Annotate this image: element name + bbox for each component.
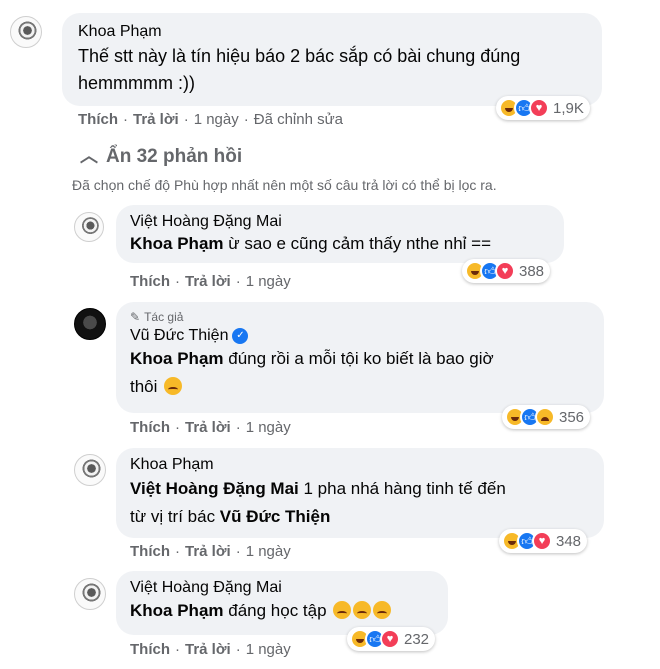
reaction-summary[interactable]: 👍︎ ♥ 388 — [462, 259, 551, 283]
mention[interactable]: Vũ Đức Thiện — [220, 507, 331, 526]
love-reaction-icon: ♥ — [532, 531, 552, 551]
reaction-summary[interactable]: 👍︎ ♥ 348 — [499, 529, 588, 553]
timestamp[interactable]: 1 ngày — [246, 543, 291, 560]
author-tag-label: Tác giả — [144, 310, 184, 324]
edited-label: Đã chỉnh sửa — [253, 111, 343, 128]
reaction-summary[interactable]: 👍︎ 356 — [502, 405, 591, 429]
timestamp[interactable]: 1 ngày — [246, 419, 291, 436]
reply-body-line2: từ vị trí bác — [130, 507, 220, 526]
reply-actions: Thích · Trả lời · 1 ngày — [130, 273, 291, 290]
reply-button[interactable]: Trả lời — [185, 419, 231, 436]
reply-button[interactable]: Trả lời — [185, 641, 231, 658]
filter-note: Đã chọn chế độ Phù hợp nhất nên một số c… — [72, 177, 497, 193]
pen-icon: ✎ — [130, 310, 141, 324]
reply-actions: Thích · Trả lời · 1 ngày — [130, 641, 291, 658]
like-button[interactable]: Thích — [130, 273, 170, 290]
like-button[interactable]: Thích — [130, 641, 170, 658]
crying-emoji-icon — [164, 377, 183, 395]
reply-author-name[interactable]: Vũ Đức Thiện — [130, 327, 228, 344]
emoji-icon — [333, 601, 352, 619]
avatar[interactable] — [74, 454, 106, 486]
author-tag: ✎ Tác giả — [130, 310, 590, 324]
reply-text-line2: từ vị trí bác Vũ Đức Thiện — [130, 503, 590, 531]
reply-text: Việt Hoàng Đặng Mai 1 pha nhá hàng tinh … — [130, 475, 590, 503]
timestamp[interactable]: 1 ngày — [246, 641, 291, 658]
mention[interactable]: Khoa Phạm — [130, 234, 224, 253]
mention[interactable]: Khoa Phạm — [130, 601, 224, 620]
reaction-count: 348 — [556, 532, 582, 550]
avatar[interactable] — [74, 308, 106, 340]
reaction-count: 232 — [404, 630, 430, 648]
love-reaction-icon: ♥ — [529, 98, 549, 118]
avatar[interactable] — [74, 578, 106, 610]
verified-badge-icon: ✓ — [232, 327, 249, 344]
reply-body-line2: thôi — [130, 377, 158, 396]
like-button[interactable]: Thích — [130, 419, 170, 436]
emoji-icon — [373, 601, 392, 619]
mention[interactable]: Việt Hoàng Đặng Mai — [130, 479, 299, 498]
reply-body: 1 pha nhá hàng tinh tế đến — [298, 479, 506, 498]
reply-bubble: Việt Hoàng Đặng Mai Khoa Phạm đáng học t… — [116, 571, 448, 635]
reply-text: Khoa Phạm đáng học tập — [130, 597, 434, 625]
reply-button[interactable]: Trả lời — [185, 273, 231, 290]
reply-text: Khoa Phạm ừ sao e cũng cảm thấy nthe nhỉ… — [130, 231, 550, 256]
hide-replies-label: Ẩn 32 phản hồi — [106, 146, 243, 167]
like-button[interactable]: Thích — [130, 543, 170, 560]
timestamp[interactable]: 1 ngày — [194, 111, 239, 128]
emoji-icon — [353, 601, 372, 619]
sad-reaction-icon — [535, 407, 555, 427]
hide-replies-button[interactable]: ︿ Ẩn 32 phản hồi — [80, 142, 242, 168]
reply-actions: Thích · Trả lời · 1 ngày — [130, 419, 291, 436]
reaction-count: 388 — [519, 262, 545, 280]
reply-author[interactable]: Khoa Phạm — [130, 456, 590, 474]
reply-author[interactable]: Việt Hoàng Đặng Mai — [130, 213, 550, 231]
avatar[interactable] — [74, 212, 104, 242]
mention[interactable]: Khoa Phạm — [130, 349, 224, 368]
reply-text: Khoa Phạm đúng rồi a mỗi tội ko biết là … — [130, 345, 590, 373]
reply-body: đúng rồi a mỗi tội ko biết là bao giờ — [223, 349, 494, 368]
timestamp[interactable]: 1 ngày — [246, 273, 291, 290]
reply-author[interactable]: Việt Hoàng Đặng Mai — [130, 579, 434, 597]
reply-actions: Thích · Trả lời · 1 ngày — [130, 543, 291, 560]
chevron-up-icon: ︿ — [80, 146, 98, 166]
reaction-summary[interactable]: 👍︎ ♥ 1,9K — [496, 96, 590, 120]
reply-button[interactable]: Trả lời — [185, 543, 231, 560]
reply-bubble: Việt Hoàng Đặng Mai Khoa Phạm ừ sao e cũ… — [116, 205, 564, 263]
love-reaction-icon: ♥ — [495, 261, 515, 281]
reply-body: ừ sao e cũng cảm thấy nthe nhỉ == — [223, 234, 492, 253]
reply-bubble: Khoa Phạm Việt Hoàng Đặng Mai 1 pha nhá … — [116, 448, 604, 538]
comment-text: Thế stt này là tín hiệu báo 2 bác sắp có… — [78, 46, 521, 93]
reply-bubble: ✎ Tác giả Vũ Đức Thiện ✓ Khoa Phạm đúng rồ… — [116, 302, 604, 413]
avatar[interactable] — [10, 16, 42, 48]
comment-author[interactable]: Khoa Phạm — [78, 23, 586, 41]
comment-bubble: Khoa Phạm Thế stt này là tín hiệu báo 2 … — [62, 13, 602, 106]
reaction-count: 1,9K — [553, 99, 584, 117]
reply-button[interactable]: Trả lời — [133, 111, 179, 128]
comment-actions: Thích · Trả lời · 1 ngày · Đã chỉnh sửa — [78, 111, 343, 128]
love-reaction-icon: ♥ — [380, 629, 400, 649]
reaction-count: 356 — [559, 408, 585, 426]
reaction-summary[interactable]: 👍︎ ♥ 232 — [347, 627, 436, 651]
reply-text-line2: thôi — [130, 373, 590, 401]
like-button[interactable]: Thích — [78, 111, 118, 128]
reply-author[interactable]: Vũ Đức Thiện ✓ — [130, 327, 590, 345]
reply-body: đáng học tập — [223, 601, 327, 620]
